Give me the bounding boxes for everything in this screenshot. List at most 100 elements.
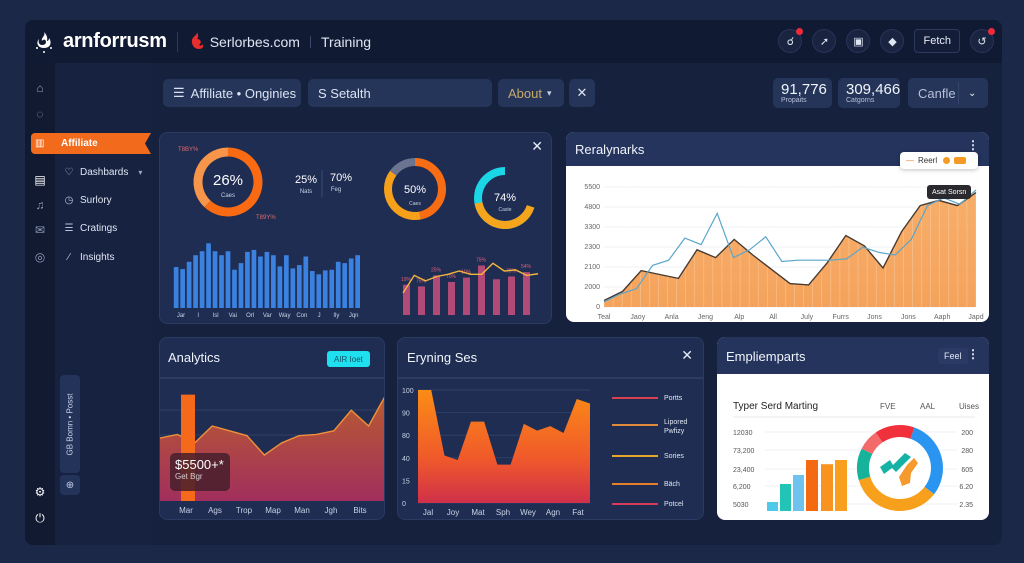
power-icon[interactable]: ⏻ — [33, 511, 47, 525]
refresh-button[interactable]: ↺ — [970, 28, 995, 53]
chart-legend[interactable]: — Reerl — [900, 152, 978, 169]
site-name-link[interactable]: Serlorbes.com — [210, 34, 300, 50]
x-tick-label: Anla — [665, 314, 679, 321]
breadcrumb: Affiliate • Onginies — [190, 85, 297, 101]
combo-bar — [403, 284, 410, 315]
link-button[interactable]: ☌ — [778, 28, 804, 53]
clear-button[interactable]: ✕ — [569, 79, 595, 107]
link-icon: ☌ — [786, 35, 795, 48]
header-actions: ☌ ➚ ▣ ◆ Fetch ↺ — [778, 28, 995, 53]
stat-products: 91,776 Propaits — [773, 78, 832, 108]
chevron-down-icon: ▾ — [138, 168, 143, 177]
x-tick-label: Jeng — [698, 314, 713, 321]
brand-name: arnforrusm — [63, 30, 167, 52]
employment-chart: Typer Serd Marting FVE AAL Uises 12030 73,200… — [733, 401, 979, 511]
y-tick-label: 73,200 — [733, 448, 755, 455]
bar — [835, 460, 847, 511]
sidebar-item-dashbards[interactable]: ♡ Dashbards ▾ — [63, 167, 143, 178]
mail-icon[interactable]: ✉ — [33, 223, 47, 237]
tooltip-label: Get Bgr — [175, 472, 203, 481]
bar — [245, 251, 250, 308]
profile-dropdown[interactable]: Canfle ⌄ — [908, 78, 988, 108]
y-tick-label: 40 — [402, 456, 410, 463]
bar — [767, 502, 778, 511]
chart-tooltip: Asat Sorsn — [927, 185, 972, 199]
legend-label: Reerl — [918, 156, 938, 165]
donut-segment — [389, 158, 416, 176]
x-tick-label: J — [318, 313, 321, 319]
combo-bar — [433, 275, 440, 315]
sidebar-item-surlory[interactable]: ◷ Surlory — [63, 195, 112, 206]
bar — [219, 255, 224, 308]
x-tick-label: All — [769, 314, 777, 321]
x-tick-label: Jaoy — [630, 314, 645, 321]
bar — [329, 269, 335, 308]
combo-bar — [523, 272, 530, 315]
y-tick-label: 6,200 — [733, 484, 751, 491]
clock-icon: ◷ — [64, 195, 74, 206]
x-tick-label: Var — [263, 313, 272, 319]
bar — [342, 263, 348, 308]
bar — [225, 251, 231, 308]
section-link[interactable]: Training — [321, 34, 371, 50]
globe-button[interactable]: ⊕ — [60, 475, 80, 495]
y-tick-label: 2100 — [584, 264, 600, 271]
analytics-chart: Mar Ags Trop Map Man Jgh Bits — [160, 377, 384, 515]
x-tick-label: Way — [279, 313, 291, 319]
bar — [335, 261, 341, 308]
legend-label: Pwfizy — [664, 428, 685, 435]
stat-label: Feg — [331, 187, 341, 193]
shield-icon: ♡ — [64, 167, 74, 178]
bar — [793, 475, 804, 511]
combo-bar — [463, 277, 470, 315]
map-button[interactable]: ◆ — [880, 29, 905, 53]
gear-icon[interactable]: ⚙ — [33, 485, 47, 499]
y-tick-label: 100 — [402, 388, 414, 395]
target-icon[interactable]: ◎ — [33, 250, 47, 264]
donut-label: Caes — [409, 201, 421, 207]
ring-segment — [875, 425, 915, 443]
fetch-button[interactable]: Fetch — [914, 29, 960, 53]
search-input[interactable]: S Setalth — [308, 79, 492, 107]
x-tick-label: Orl — [246, 313, 254, 319]
y-tick-label: 5500 — [584, 184, 600, 191]
x-tick-label: Man — [294, 506, 310, 515]
swoosh-button[interactable]: ➚ — [812, 29, 837, 53]
sidebar-item-cratings[interactable]: ☰ Cratings — [63, 223, 118, 234]
flame-logo-icon — [33, 31, 55, 53]
stat-value: 91,776 — [781, 81, 827, 98]
close-icon[interactable]: ✕ — [531, 138, 543, 155]
x-tick-label: Trop — [236, 506, 253, 515]
stat-value: 25% — [295, 174, 317, 186]
document-icon[interactable]: ▤ — [33, 173, 47, 187]
sidebar-item-affiliate[interactable]: ▥ Affiliate — [31, 133, 151, 154]
legend-swatch-icon — [954, 157, 967, 164]
vertical-tab[interactable]: GB Bomn • Posst — [60, 375, 80, 473]
bar — [186, 261, 192, 308]
x-tick-label: Aaph — [934, 314, 950, 321]
legend-label: Sories — [664, 453, 684, 460]
calendar-button[interactable]: ▣ — [846, 29, 871, 53]
y-tick-label: 3300 — [584, 224, 600, 231]
stat-value: 70% — [330, 172, 352, 184]
legend-label: Lipored — [664, 419, 687, 426]
breadcrumb-dropdown[interactable]: ☰ Affiliate • Onginies — [163, 79, 301, 107]
brand[interactable]: arnforrusm — [33, 30, 167, 53]
benchmarks-card: Reralynarks ⋮ 5500 4800 3300 2300 2100 2000 0 T… — [566, 132, 989, 322]
sidebar-item-insights[interactable]: ∕ Insights — [63, 252, 114, 263]
combo-bar — [508, 276, 515, 315]
stat-categories: 309,466 Catgorns — [838, 78, 900, 108]
stat-value: 309,466 — [846, 81, 901, 98]
donut-label: Caes — [221, 193, 235, 199]
music-icon[interactable]: ♫ — [33, 198, 47, 212]
analytics-tooltip: $5500+* Get Bgr — [170, 453, 230, 491]
home-icon[interactable]: ⌂ — [33, 81, 47, 95]
store-icon: ▥ — [35, 138, 45, 149]
x-tick-label: Con — [296, 313, 307, 319]
x-tick-label: Isl — [213, 313, 219, 319]
bar — [322, 270, 328, 308]
bar — [173, 267, 179, 308]
area-fill — [604, 192, 976, 307]
chat-icon[interactable]: ◌ — [33, 107, 47, 121]
about-dropdown[interactable]: About ▾ — [498, 79, 564, 107]
